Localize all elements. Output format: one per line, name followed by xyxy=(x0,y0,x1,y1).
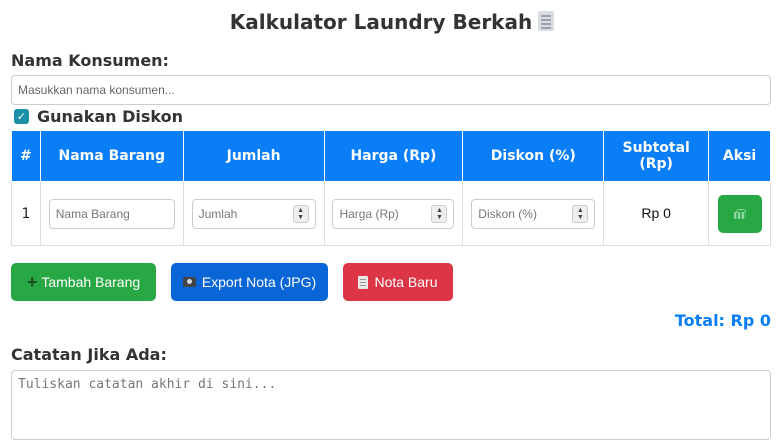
add-item-label: Tambah Barang xyxy=(41,274,141,290)
new-receipt-label: Nota Baru xyxy=(374,274,438,290)
quantity-stepper[interactable]: ▲ ▼ xyxy=(292,204,309,223)
price-stepper[interactable]: ▲ ▼ xyxy=(431,204,448,223)
quantity-cell: Jumlah ▲ ▼ xyxy=(182,181,325,246)
table-header-row: # Nama Barang Jumlah Harga (Rp) Diskon (… xyxy=(11,130,771,182)
camera-icon xyxy=(182,277,196,287)
header-item-name: Nama Barang xyxy=(39,130,184,182)
header-subtotal: Subtotal (Rp) xyxy=(603,130,710,182)
consumer-name-input[interactable] xyxy=(11,75,771,105)
row-number: 1 xyxy=(11,181,41,246)
receipt-icon xyxy=(538,11,555,31)
items-table: # Nama Barang Jumlah Harga (Rp) Diskon (… xyxy=(11,130,771,246)
price-input[interactable]: Harga (Rp) ▲ ▼ xyxy=(332,198,455,229)
notes-label: Catatan Jika Ada: xyxy=(11,345,167,364)
header-price: Harga (Rp) xyxy=(323,130,464,182)
header-quantity: Jumlah xyxy=(182,130,325,182)
discount-checkbox[interactable]: ✓ xyxy=(14,108,29,124)
add-item-button[interactable]: + Tambah Barang xyxy=(11,263,156,301)
item-name-cell: Nama Barang xyxy=(39,181,184,246)
header-number: # xyxy=(11,130,41,182)
document-icon xyxy=(358,275,369,289)
discount-toggle[interactable]: ✓ Gunakan Diskon xyxy=(14,106,183,126)
discount-label: Gunakan Diskon xyxy=(37,106,183,126)
notes-textarea[interactable] xyxy=(11,370,771,440)
header-discount: Diskon (%) xyxy=(462,130,605,182)
total-amount: Total: Rp 0 xyxy=(674,311,771,330)
table-row: 1 Nama Barang Jumlah ▲▼ Harga (Rp) ▲▼ xyxy=(11,181,771,246)
discount-stepper[interactable]: ▲ ▼ xyxy=(572,204,589,223)
new-receipt-button[interactable]: Nota Baru xyxy=(343,263,453,301)
subtotal-value: Rp 0 xyxy=(641,205,671,221)
export-receipt-button[interactable]: Export Nota (JPG) xyxy=(171,263,328,301)
subtotal-cell: Rp 0 xyxy=(603,181,710,246)
delete-row-button[interactable] xyxy=(717,194,762,233)
discount-input[interactable]: Diskon (%) ▲ ▼ xyxy=(471,198,596,229)
price-cell: Harga (Rp) ▲ ▼ xyxy=(323,181,464,246)
quantity-placeholder: Jumlah xyxy=(198,206,238,221)
item-name-placeholder: Nama Barang xyxy=(55,206,130,221)
basket-icon xyxy=(733,208,746,219)
consumer-label: Nama Konsumen: xyxy=(11,51,169,70)
price-placeholder: Harga (Rp) xyxy=(339,206,399,221)
item-name-input[interactable]: Nama Barang xyxy=(48,198,175,229)
plus-icon: + xyxy=(26,272,38,292)
discount-cell: Diskon (%) ▲ ▼ xyxy=(462,181,605,246)
quantity-input[interactable]: Jumlah ▲ ▼ xyxy=(191,198,316,229)
page-title: Kalkulator Laundry Berkah xyxy=(0,10,784,34)
export-receipt-label: Export Nota (JPG) xyxy=(201,274,317,290)
action-cell xyxy=(708,181,771,246)
discount-placeholder: Diskon (%) xyxy=(478,206,537,221)
page-title-text: Kalkulator Laundry Berkah xyxy=(229,10,533,34)
header-action: Aksi xyxy=(708,130,771,182)
